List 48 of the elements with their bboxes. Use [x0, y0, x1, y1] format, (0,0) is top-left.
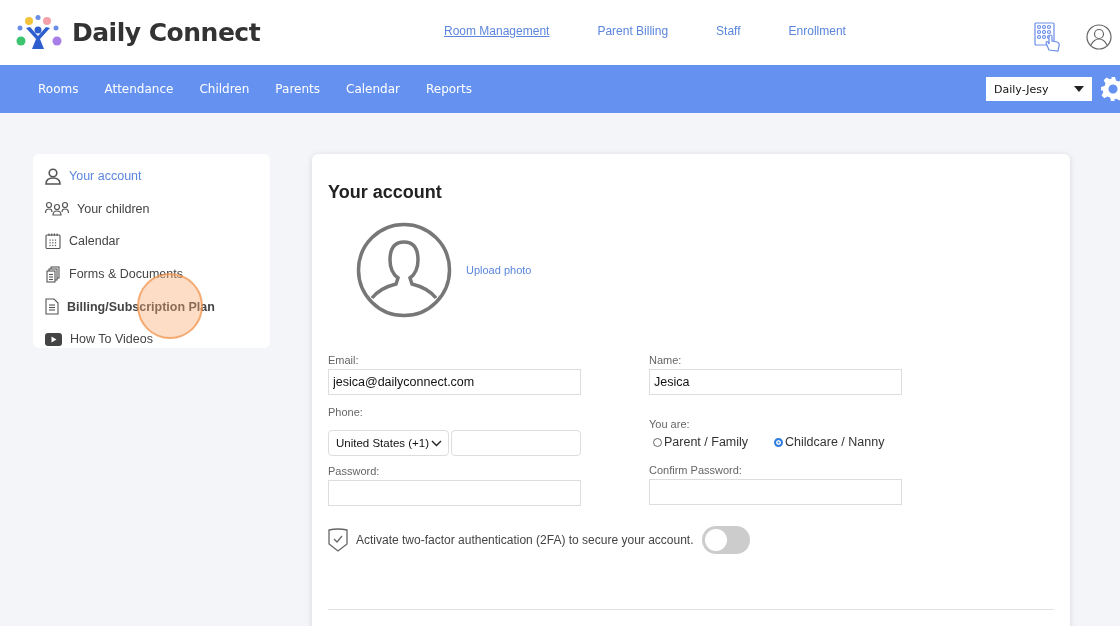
chevron-down-icon	[431, 439, 442, 447]
two-factor-text: Activate two-factor authentication (2FA) to secure your account.	[356, 533, 694, 547]
logo-icon	[16, 13, 62, 52]
country-select[interactable]: United States (+1)	[328, 430, 449, 456]
nav-tab[interactable]: Rooms	[38, 82, 79, 96]
nav-tab[interactable]: Attendance	[104, 82, 174, 96]
document-icon	[45, 298, 59, 316]
brand-name: Daily Connect	[72, 18, 261, 47]
field-label: Email:	[328, 354, 360, 366]
page-title: Your account	[328, 182, 443, 203]
account-dropdown[interactable]: Daily-Jesy	[986, 77, 1092, 101]
sidebar-item[interactable]: How To Videos	[45, 322, 270, 356]
user-avatar-icon[interactable]	[1086, 23, 1112, 50]
name-input[interactable]: Jesica	[649, 369, 902, 395]
nav-tab[interactable]: Reports	[425, 82, 472, 96]
two-factor-toggle[interactable]	[701, 526, 750, 554]
sidebar-item[interactable]: Calendar	[45, 225, 270, 258]
field-label: Phone:	[328, 406, 364, 418]
email-input[interactable]: jesica@dailyconnect.com	[328, 369, 581, 395]
sidebar-item[interactable]: Your children	[45, 192, 270, 226]
top-nav-link[interactable]: Room Management	[444, 23, 550, 38]
calendar-icon	[45, 233, 61, 250]
top-nav-link[interactable]: Enrollment	[788, 23, 846, 38]
documents-icon	[45, 265, 61, 283]
field-label: Confirm Password:	[649, 464, 743, 476]
nav-tab[interactable]: Children	[199, 82, 250, 96]
keypad-icon[interactable]	[1034, 21, 1062, 52]
field-label: Name:	[649, 354, 683, 366]
people-icon	[45, 201, 69, 217]
role-radio[interactable]: Parent / Family	[653, 435, 749, 449]
field-label: You are:	[649, 418, 691, 430]
field-label: Password:	[328, 465, 381, 477]
sidebar-item[interactable]: Your account	[45, 160, 270, 193]
top-nav-link[interactable]: Parent Billing	[597, 23, 669, 38]
upload-photo-link[interactable]: Upload photo	[466, 264, 532, 276]
person-icon	[45, 167, 61, 185]
password-input[interactable]	[328, 480, 581, 506]
nav-tab[interactable]: Parents	[275, 82, 320, 96]
caret-icon	[1074, 86, 1084, 92]
sidebar-item[interactable]: Forms & Documents	[45, 257, 270, 291]
shield-check-icon	[328, 528, 348, 552]
phone-input[interactable]	[451, 430, 581, 456]
avatar-placeholder-icon	[356, 222, 452, 318]
nav-tab[interactable]: Calendar	[346, 82, 400, 96]
settings-icon[interactable]	[1100, 76, 1120, 102]
confirm-password-input[interactable]	[649, 479, 902, 505]
role-radio[interactable]: Childcare / Nanny	[774, 435, 885, 449]
top-nav-link[interactable]: Staff	[716, 23, 741, 38]
